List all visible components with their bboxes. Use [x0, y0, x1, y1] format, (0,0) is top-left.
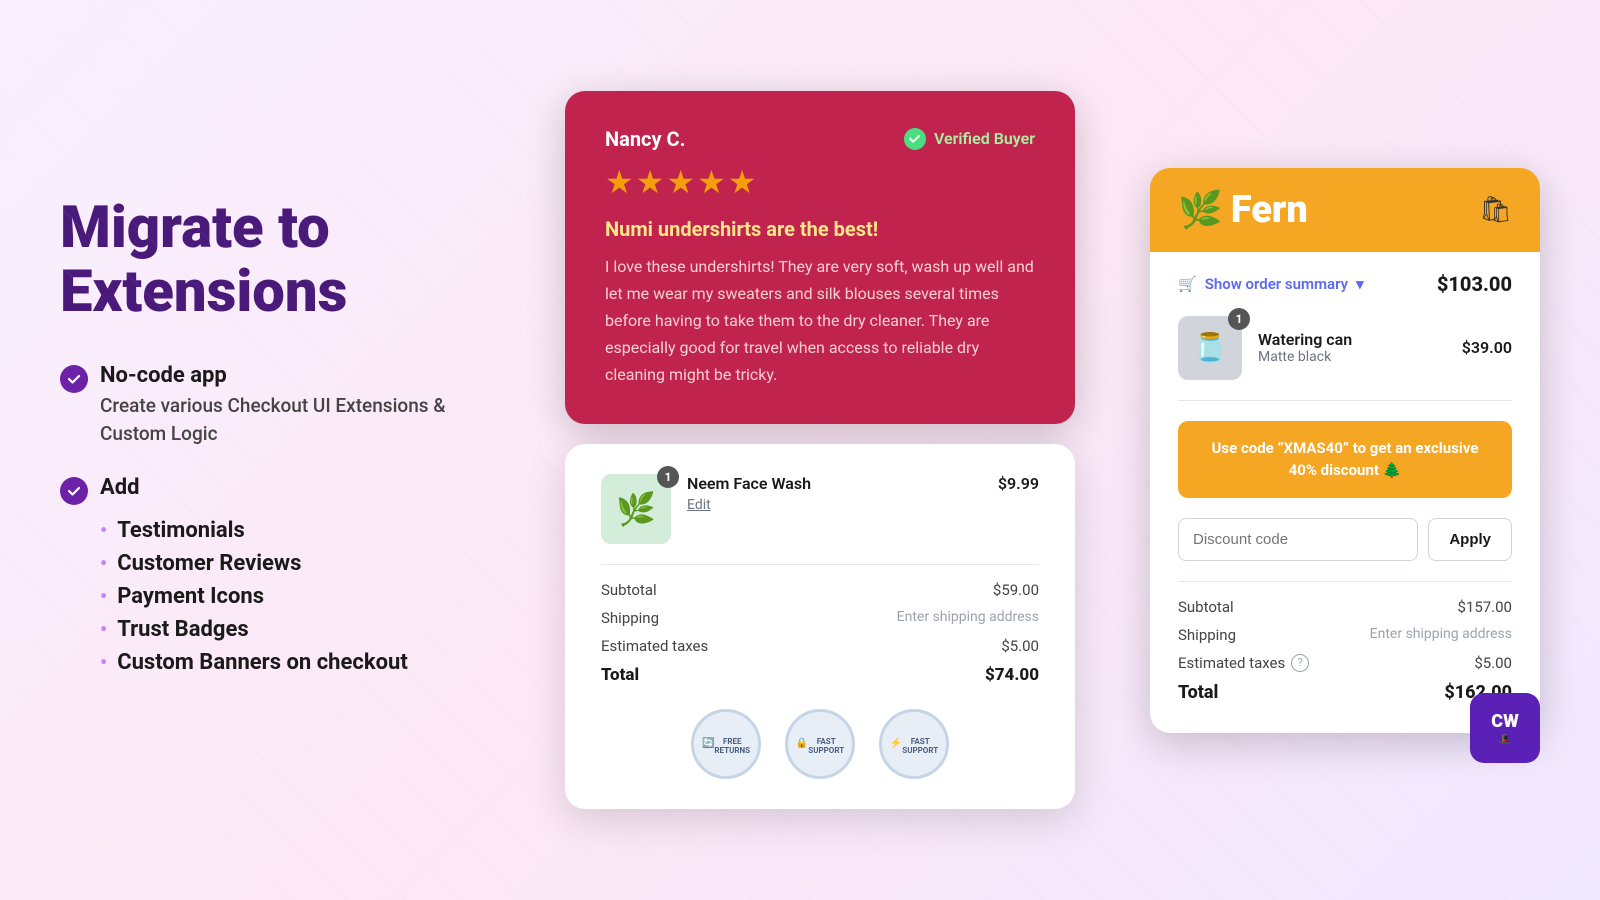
product-image-wrap: 🌿 1: [601, 474, 671, 544]
order-product-info: 🌿 1 Neem Face Wash Edit: [601, 474, 811, 544]
review-title: Numi undershirts are the best!: [605, 217, 1035, 241]
discount-row: Apply: [1178, 518, 1512, 561]
feature-add-label: Add: [100, 473, 408, 504]
feature-no-code-label: No-code app: [100, 361, 490, 392]
product-quantity-badge: 1: [657, 466, 679, 488]
taxes-help-icon[interactable]: ?: [1291, 654, 1309, 672]
fern-product-price: $39.00: [1462, 338, 1512, 357]
order-card: 🌿 1 Neem Face Wash Edit $9.99 Subtotal $…: [565, 444, 1075, 809]
cw-badge-icon: 🎩: [1499, 734, 1511, 745]
fern-shipping-row: Shipping Enter shipping address: [1178, 626, 1512, 644]
fern-logo-icon: 🌿: [1178, 189, 1223, 231]
feature-no-code-sublabel: Create various Checkout UI Extensions & …: [100, 392, 490, 449]
taxes-question: Estimated taxes ?: [1178, 654, 1309, 672]
review-card: Nancy C. Verified Buyer ★★★★★ Numi under…: [565, 91, 1075, 425]
cart-icon[interactable]: 🛍: [1479, 195, 1512, 225]
left-section: Migrate to Extensions No-code app Create…: [60, 197, 490, 702]
subtotal-row: Subtotal $59.00: [601, 581, 1039, 599]
fern-subtotal-row: Subtotal $157.00: [1178, 598, 1512, 616]
trust-badge-support-1: 🔒 FAST SUPPORT: [785, 709, 855, 779]
chevron-down-icon: ▾: [1356, 275, 1364, 293]
order-summary-total: $103.00: [1437, 272, 1512, 296]
sub-feature-banners: Custom Banners on checkout: [100, 646, 408, 679]
fern-logo-text: Fern: [1231, 188, 1308, 232]
fern-product-image: 🫙 1: [1178, 316, 1242, 380]
sub-feature-payment: Payment Icons: [100, 580, 408, 613]
order-summary-link[interactable]: 🛒 Show order summary ▾: [1178, 275, 1364, 293]
feature-add: Add Testimonials Customer Reviews Paymen…: [60, 473, 490, 679]
total-row: Total $74.00: [601, 665, 1039, 685]
trust-badge-returns: 🔄 FREE RETURNS: [691, 709, 761, 779]
fern-total-row: Total $162.00: [1178, 682, 1512, 703]
check-icon-add: [60, 477, 88, 505]
sub-feature-testimonials: Testimonials: [100, 514, 408, 547]
promo-banner: Use code “XMAS40” to get an exclusive 40…: [1178, 421, 1512, 498]
star-rating: ★★★★★: [605, 163, 1035, 201]
trust-badges-row: 🔄 FREE RETURNS 🔒 FAST SUPPORT ⚡ FAST SUP…: [601, 709, 1039, 779]
feature-no-code: No-code app Create various Checkout UI E…: [60, 361, 490, 449]
fern-product-details: Watering can Matte black: [1258, 330, 1446, 365]
sub-feature-reviews: Customer Reviews: [100, 547, 408, 580]
check-icon: [60, 365, 88, 393]
cart-small-icon: 🛒: [1178, 275, 1197, 293]
product-price: $9.99: [998, 474, 1039, 493]
trust-badge-support-2: ⚡ FAST SUPPORT: [879, 709, 949, 779]
product-name: Neem Face Wash: [687, 474, 811, 493]
middle-section: Nancy C. Verified Buyer ★★★★★ Numi under…: [565, 91, 1075, 810]
verified-icon: [904, 128, 926, 150]
fern-body: 🛒 Show order summary ▾ $103.00 🫙 1 Water…: [1150, 252, 1540, 733]
reviewer-name: Nancy C.: [605, 127, 685, 151]
discount-input[interactable]: [1178, 518, 1418, 561]
right-section: 🌿 Fern 🛍 🛒 Show order summary ▾ $103.00 …: [1150, 168, 1540, 733]
order-summary-toggle: 🛒 Show order summary ▾ $103.00: [1178, 272, 1512, 296]
review-text: I love these undershirts! They are very …: [605, 253, 1035, 389]
order-product-row: 🌿 1 Neem Face Wash Edit $9.99: [601, 474, 1039, 544]
shipping-row: Shipping Enter shipping address: [601, 609, 1039, 627]
main-title: Migrate to Extensions: [60, 197, 490, 325]
review-header: Nancy C. Verified Buyer: [605, 127, 1035, 151]
fern-product-row: 🫙 1 Watering can Matte black $39.00: [1178, 316, 1512, 401]
sub-feature-list: Testimonials Customer Reviews Payment Ic…: [100, 514, 408, 679]
fern-taxes-row: Estimated taxes ? $5.00: [1178, 654, 1512, 672]
verified-badge: Verified Buyer: [904, 128, 1035, 150]
sub-feature-trust: Trust Badges: [100, 613, 408, 646]
edit-link[interactable]: Edit: [687, 497, 811, 513]
feature-list: No-code app Create various Checkout UI E…: [60, 361, 490, 679]
fern-product-variant: Matte black: [1258, 349, 1446, 365]
fern-card: 🌿 Fern 🛍 🛒 Show order summary ▾ $103.00 …: [1150, 168, 1540, 733]
order-divider: [601, 564, 1039, 565]
taxes-row: Estimated taxes $5.00: [601, 637, 1039, 655]
fern-product-name: Watering can: [1258, 330, 1446, 349]
apply-button[interactable]: Apply: [1428, 518, 1512, 561]
fern-logo: 🌿 Fern: [1178, 188, 1308, 232]
fern-product-badge: 1: [1228, 308, 1250, 330]
fern-order-rows: Subtotal $157.00 Shipping Enter shipping…: [1178, 581, 1512, 703]
fern-header: 🌿 Fern 🛍: [1150, 168, 1540, 252]
cw-badge: CW 🎩: [1470, 693, 1540, 763]
